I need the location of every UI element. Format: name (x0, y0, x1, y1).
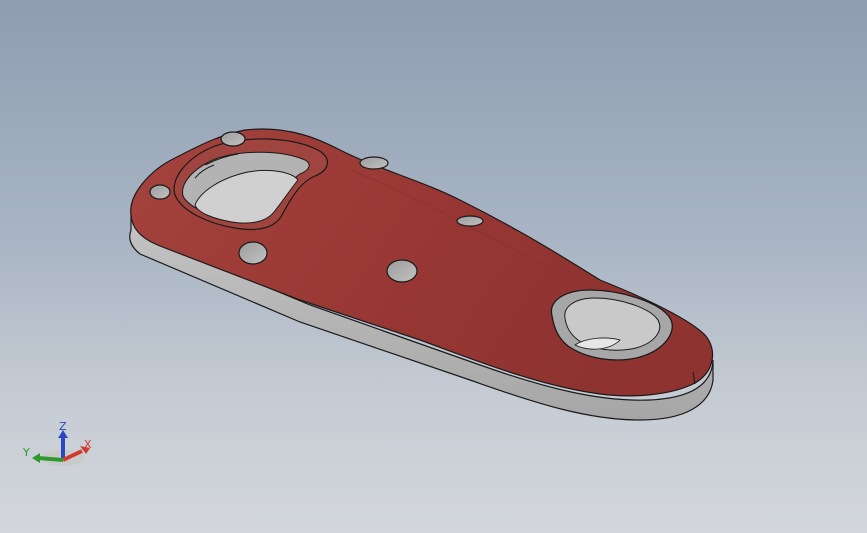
hole-center-left[interactable] (238, 241, 268, 265)
x-axis-label: X (84, 438, 92, 451)
y-axis-head (32, 453, 40, 463)
hole-top-left[interactable] (220, 131, 246, 147)
y-axis-arrow (37, 456, 64, 462)
hole-left[interactable] (149, 184, 171, 200)
z-axis-label: Z (59, 420, 67, 433)
hole-top-right[interactable] (359, 156, 389, 170)
y-axis-label: Y (22, 446, 30, 459)
model-view[interactable] (0, 0, 867, 533)
hole-small-right[interactable] (456, 215, 484, 227)
graphics-viewport[interactable]: Z X Y (0, 0, 867, 533)
hole-center[interactable] (386, 259, 418, 283)
coordinate-triad[interactable]: Z X Y (18, 418, 108, 478)
